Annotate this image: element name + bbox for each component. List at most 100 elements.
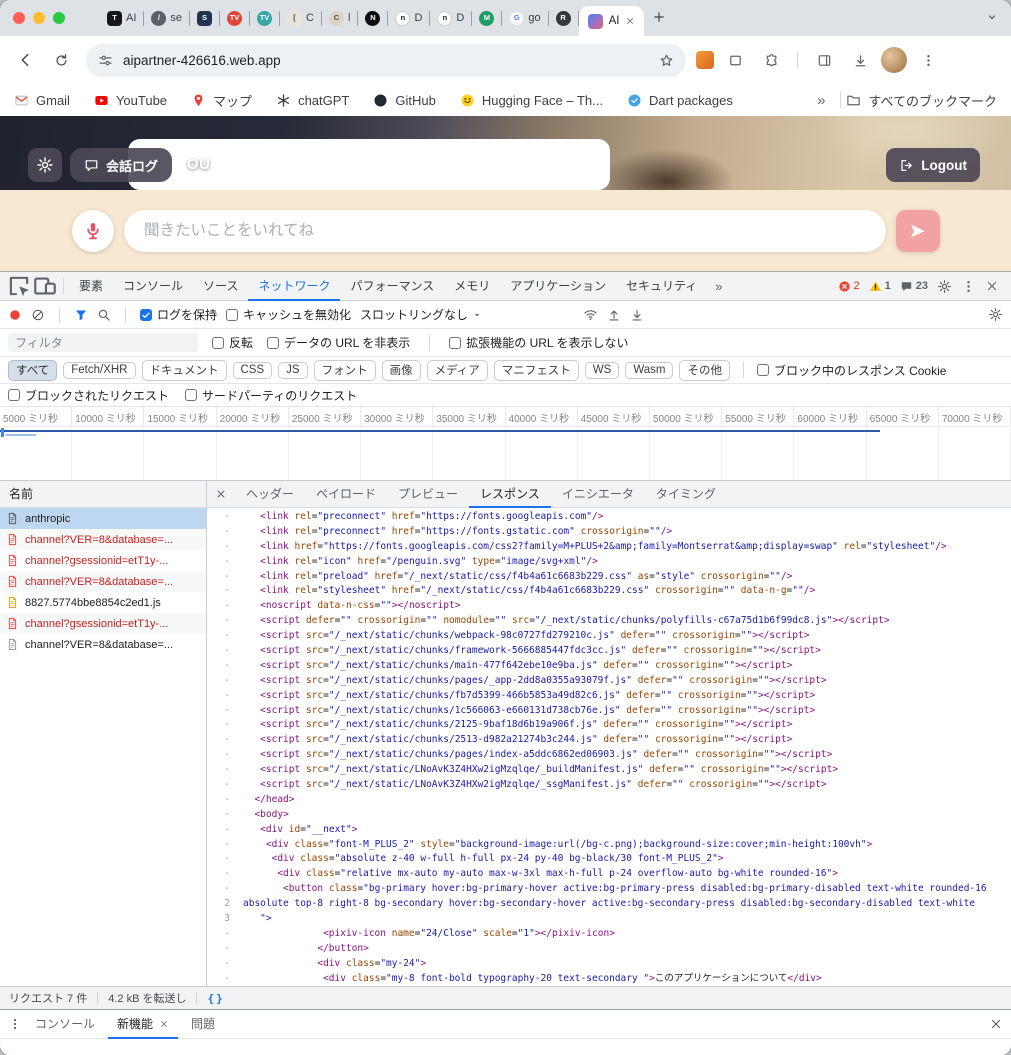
warning-badge[interactable]: 1 (869, 280, 891, 293)
filter-chip[interactable]: マニフェスト (493, 359, 579, 381)
export-har-icon[interactable] (630, 308, 644, 322)
devtools-settings-icon[interactable] (937, 279, 952, 294)
devtools-tab[interactable]: ソース (193, 272, 248, 301)
clear-network-log-button[interactable] (31, 308, 45, 322)
bookmark-item[interactable]: GitHub (373, 93, 436, 108)
drawer-tab-whats-new[interactable]: 新機能 (108, 1010, 178, 1039)
network-request-row[interactable]: anthropic (0, 508, 206, 529)
filter-chip[interactable]: JS (278, 361, 308, 379)
drawer-tab-console[interactable]: コンソール (26, 1010, 104, 1039)
filter-toggle-icon[interactable] (74, 308, 88, 322)
send-button[interactable] (896, 209, 940, 252)
site-info-icon[interactable] (98, 53, 113, 68)
network-conditions-icon[interactable] (583, 307, 598, 322)
drawer-tab-issues[interactable]: 問題 (182, 1010, 224, 1039)
network-request-row[interactable]: channel?VER=8&database=... (0, 571, 206, 592)
devtools-tab[interactable]: コンソール (113, 272, 193, 301)
bookmark-item[interactable]: chatGPT (276, 93, 349, 108)
extension-badge-icon[interactable] (696, 51, 714, 69)
browser-tab[interactable]: nD (430, 0, 471, 36)
detail-tab[interactable]: イニシエータ (551, 481, 645, 508)
close-window-button[interactable] (13, 12, 25, 24)
filter-chip[interactable]: フォント (313, 359, 376, 381)
bookmark-item[interactable]: Gmail (14, 93, 70, 108)
name-column-header[interactable]: 名前 (0, 481, 206, 508)
filter-chip[interactable]: 画像 (381, 359, 421, 381)
browser-tab[interactable]: Ggo (502, 0, 547, 36)
third-party-checkbox[interactable]: サードパーティのリクエスト (185, 387, 357, 404)
response-code-viewer[interactable]: - <link rel="preconnect" href="https://f… (207, 508, 1011, 986)
filter-chip[interactable]: Wasm (625, 361, 674, 379)
browser-tab[interactable]: nD (388, 0, 429, 36)
zoom-window-button[interactable] (53, 12, 65, 24)
browser-tab[interactable]: TV (220, 0, 249, 36)
network-request-row[interactable]: channel?gsessionid=etT1y-... (0, 613, 206, 634)
devtools-tab[interactable]: メモリ (444, 272, 500, 301)
drawer-menu-icon[interactable] (8, 1017, 22, 1031)
detail-tab[interactable]: ペイロード (305, 481, 387, 508)
bookmark-item[interactable]: マップ (191, 91, 252, 110)
filter-chip[interactable]: メディア (426, 359, 488, 381)
detail-tab[interactable]: プレビュー (387, 481, 469, 508)
screen-capture-button[interactable] (720, 45, 750, 75)
profile-avatar[interactable] (881, 47, 907, 73)
network-settings-icon[interactable] (988, 307, 1003, 322)
close-devtools-button[interactable] (985, 279, 999, 293)
network-request-row[interactable]: channel?gsessionid=etT1y-... (0, 550, 206, 571)
throttling-select[interactable]: スロットリングなし (360, 306, 482, 323)
address-bar[interactable]: aipartner-426616.web.app (86, 43, 686, 77)
browser-tab[interactable]: Cl (322, 0, 357, 36)
devtools-tab[interactable]: ネットワーク (248, 272, 340, 301)
devtools-tab[interactable]: 要素 (69, 272, 113, 301)
bookmark-item[interactable]: Dart packages (627, 93, 733, 108)
reload-button[interactable] (46, 45, 76, 75)
browser-tab-active[interactable]: AI (578, 6, 645, 36)
logout-button[interactable]: Logout (886, 148, 980, 182)
browser-tab[interactable]: T AI (100, 0, 143, 36)
browser-tab[interactable]: R (549, 0, 578, 36)
browser-tab[interactable]: TV (250, 0, 279, 36)
filter-chip[interactable]: その他 (679, 359, 730, 381)
bookmarks-overflow-button[interactable]: » (807, 92, 835, 109)
network-request-row[interactable]: channel?VER=8&database=... (0, 529, 206, 550)
back-button[interactable] (10, 45, 40, 75)
filter-chip[interactable]: CSS (232, 361, 273, 379)
browser-tab[interactable]: / se (144, 0, 189, 36)
network-request-row[interactable]: 8827.5774bbe8854c2ed1.js (0, 592, 206, 613)
mic-button[interactable] (72, 209, 114, 252)
extensions-button[interactable] (756, 45, 786, 75)
hide-data-urls-checkbox[interactable]: データの URL を非表示 (267, 334, 410, 351)
browser-tab[interactable]: [C (280, 0, 321, 36)
detail-tab[interactable]: レスポンス (469, 481, 551, 508)
bookmark-star-icon[interactable] (659, 53, 674, 68)
close-drawer-tab-icon[interactable] (159, 1019, 169, 1029)
error-badge[interactable]: 2 (838, 280, 860, 293)
filter-chip[interactable]: WS (584, 361, 620, 379)
browser-tab[interactable]: S (190, 0, 219, 36)
settings-button[interactable] (28, 148, 62, 182)
minimize-window-button[interactable] (33, 12, 45, 24)
invert-filter-checkbox[interactable]: 反転 (212, 334, 253, 351)
filter-chip[interactable]: Fetch/XHR (63, 361, 136, 379)
downloads-button[interactable] (845, 45, 875, 75)
hide-extension-urls-checkbox[interactable]: 拡張機能の URL を表示しない (449, 334, 628, 351)
filter-chip[interactable]: ドキュメント (141, 359, 227, 381)
blocked-cookies-checkbox[interactable]: ブロック中のレスポンス Cookie (756, 362, 946, 379)
bookmark-item[interactable]: Hugging Face – Th... (460, 93, 603, 108)
close-drawer-button[interactable] (989, 1017, 1003, 1031)
inspect-element-button[interactable] (6, 273, 32, 299)
conversation-log-button[interactable]: 会話ログ (70, 148, 173, 182)
disable-cache-checkbox[interactable]: キャッシュを無効化 (226, 306, 351, 323)
network-filter-input[interactable] (8, 333, 198, 352)
browser-menu-button[interactable] (913, 45, 943, 75)
format-response-button[interactable]: {} (207, 992, 224, 1005)
tab-search-button[interactable] (986, 11, 998, 23)
import-har-icon[interactable] (607, 308, 621, 322)
network-overview[interactable] (0, 427, 1011, 481)
messages-badge[interactable]: 23 (900, 280, 928, 293)
preserve-log-checkbox[interactable]: ログを保持 (140, 306, 217, 323)
devtools-tab[interactable]: セキュリティ (616, 272, 707, 301)
browser-tab[interactable]: N (358, 0, 387, 36)
browser-tab[interactable]: M (472, 0, 501, 36)
detail-tab[interactable]: ヘッダー (235, 481, 305, 508)
